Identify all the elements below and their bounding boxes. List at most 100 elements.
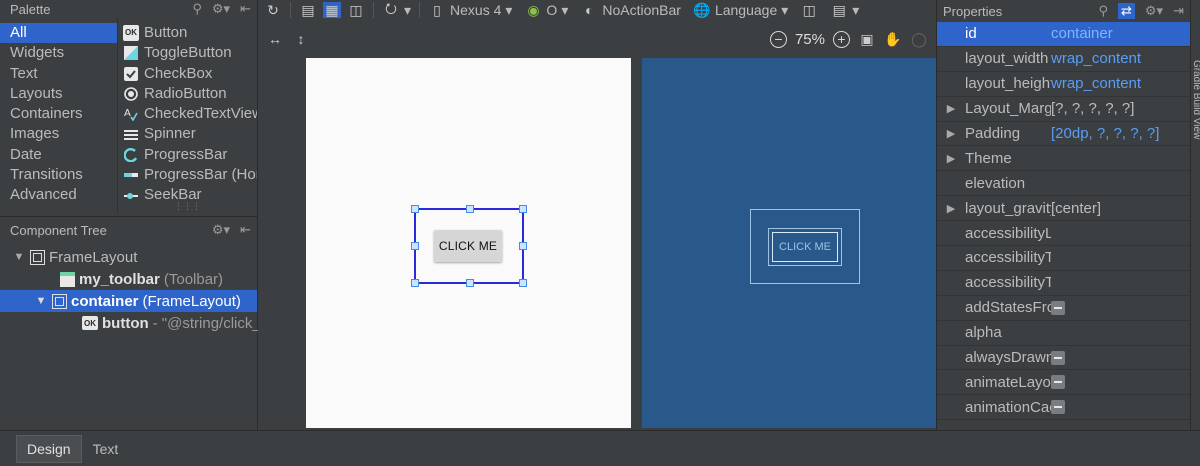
zoom-out-icon[interactable]: − — [769, 30, 787, 48]
hide-panel-icon[interactable]: ⇤ — [240, 222, 251, 238]
property-row-alpha[interactable]: alpha — [937, 321, 1190, 346]
device-selector[interactable]: ▯ Nexus 4 ▾ — [422, 0, 518, 20]
search-icon[interactable]: ⚲ — [1098, 3, 1108, 19]
tree-node-label: container — [71, 292, 139, 310]
expand-arrow-icon[interactable]: ▼ — [34, 295, 48, 307]
property-row-theme[interactable]: ▶ Theme — [937, 146, 1190, 172]
gear-icon[interactable]: ⚙▾ — [212, 222, 230, 238]
property-row-layout-height[interactable]: layout_height wrap_content — [937, 72, 1190, 97]
pan-more-button[interactable]: ▤ ▾ — [824, 0, 865, 20]
palette-category-advanced[interactable]: Advanced — [0, 185, 117, 205]
zoom-in-icon[interactable]: + — [833, 30, 850, 48]
warnings-icon[interactable]: ◯ — [910, 31, 928, 47]
palette-item-button[interactable]: OK Button — [118, 23, 257, 43]
property-row-layout-gravity[interactable]: ▶ layout_gravity [center] — [937, 196, 1190, 222]
layout-variants-button[interactable]: ◫ — [794, 0, 824, 20]
property-row-animate-layout-changes[interactable]: animateLayoutChanges — [937, 370, 1190, 396]
property-row-layout-width[interactable]: layout_width wrap_content — [937, 47, 1190, 72]
property-row-id[interactable]: id container — [937, 22, 1190, 47]
resize-handle[interactable] — [466, 279, 474, 287]
property-name: accessibilityTraversalBefore — [965, 274, 1051, 292]
property-row-accessibility-traversal-before[interactable]: accessibilityTraversalBefore — [937, 271, 1190, 296]
property-value[interactable]: [20dp, ?, ?, ?, ?] — [1051, 125, 1159, 142]
tab-text[interactable]: Text — [82, 435, 130, 463]
property-value[interactable]: [?, ?, ?, ?, ?] — [1051, 100, 1134, 117]
checkbox-indeterminate-icon[interactable] — [1051, 375, 1065, 390]
resize-handle[interactable] — [466, 205, 474, 213]
expand-arrow-icon[interactable]: ▶ — [937, 127, 965, 140]
gradle-build-view-tab[interactable]: Gradle Build View — [1191, 60, 1200, 139]
api-selector[interactable]: ◉ O ▾ — [518, 0, 574, 20]
palette-category-widgets[interactable]: Widgets — [0, 43, 117, 63]
zoom-to-fit-icon[interactable]: ▣ — [858, 31, 876, 47]
checkbox-indeterminate-icon[interactable] — [1051, 400, 1065, 415]
resize-handle[interactable] — [411, 279, 419, 287]
click-me-button[interactable]: CLICK ME — [434, 230, 502, 262]
blueprint-button[interactable]: CLICK ME — [772, 232, 838, 262]
property-value[interactable]: container — [1051, 25, 1113, 42]
gear-icon[interactable]: ⚙▾ — [1145, 3, 1163, 19]
theme-selector[interactable]: ◐ NoActionBar — [574, 0, 687, 20]
tab-design[interactable]: Design — [16, 434, 82, 463]
tree-node-button[interactable]: OK button - "@string/click_me" — [0, 312, 287, 334]
palette-item-progressbar[interactable]: ProgressBar — [118, 145, 257, 165]
palette-item-radiobutton[interactable]: RadioButton — [118, 84, 257, 104]
property-row-padding[interactable]: ▶ Padding [20dp, ?, ?, ?, ?] — [937, 122, 1190, 147]
blueprint-preview[interactable]: CLICK ME — [642, 58, 936, 428]
expand-horizontal-icon[interactable]: ↔ — [266, 31, 284, 47]
palette-item-togglebutton[interactable]: ToggleButton — [118, 43, 257, 63]
property-row-accessibility-traversal-after[interactable]: accessibilityTraversalAfter — [937, 246, 1190, 271]
search-icon[interactable]: ⚲ — [192, 1, 202, 17]
property-row-accessibility-live-region[interactable]: accessibilityLiveRegion — [937, 221, 1190, 247]
language-selector[interactable]: 🌐 Language ▾ — [687, 0, 794, 20]
resize-handle[interactable] — [519, 242, 527, 250]
palette-category-images[interactable]: Images — [0, 124, 117, 144]
orientation-button[interactable]: ⭮ ▾ — [376, 0, 417, 20]
property-row-always-drawn-with-cache[interactable]: alwaysDrawnWithCache — [937, 346, 1190, 371]
expand-arrow-icon[interactable]: ▼ — [12, 251, 26, 263]
hide-panel-icon[interactable]: ⇥ — [1173, 3, 1184, 19]
resize-handle[interactable] — [411, 242, 419, 250]
resize-handle[interactable] — [411, 205, 419, 213]
expand-vertical-icon[interactable]: ↕ — [292, 31, 310, 47]
gear-icon[interactable]: ⚙▾ — [212, 1, 230, 17]
resize-grip-icon[interactable]: ⋮⋮⋮ — [118, 201, 257, 212]
palette-category-transitions[interactable]: Transitions — [0, 165, 117, 185]
palette-category-containers[interactable]: Containers — [0, 104, 117, 124]
palette-item-label: CheckedTextView — [144, 105, 257, 123]
property-row-elevation[interactable]: elevation — [937, 171, 1190, 197]
palette-item-spinner[interactable]: Spinner — [118, 124, 257, 144]
tree-node-container[interactable]: ▼ container (FrameLayout) — [0, 290, 257, 312]
design-surface-icon[interactable]: ▤ — [299, 2, 317, 18]
property-row-layout-margin[interactable]: ▶ Layout_Margin [?, ?, ?, ?, ?] — [937, 97, 1190, 122]
palette-item-checkedtextview[interactable]: A CheckedTextView — [118, 104, 257, 124]
checkbox-indeterminate-icon[interactable] — [1051, 350, 1065, 365]
property-row-add-states-from-children[interactable]: addStatesFromChildren — [937, 296, 1190, 321]
palette-category-layouts[interactable]: Layouts — [0, 84, 117, 104]
expand-arrow-icon[interactable]: ▶ — [937, 152, 965, 165]
tree-node-my-toolbar[interactable]: my_toolbar (Toolbar) — [0, 268, 257, 290]
checkbox-indeterminate-icon[interactable] — [1051, 300, 1065, 315]
design-preview[interactable]: CLICK ME — [306, 58, 631, 428]
palette-item-checkbox[interactable]: CheckBox — [118, 64, 257, 84]
property-value[interactable]: [center] — [1051, 200, 1101, 217]
both-surfaces-icon[interactable]: ◫ — [347, 2, 365, 18]
property-value[interactable]: wrap_content — [1051, 75, 1141, 92]
palette-item-progressbar-horizontal[interactable]: ProgressBar (Horizontal) — [118, 165, 257, 185]
refresh-button[interactable]: ↻ — [258, 0, 288, 20]
resize-handle[interactable] — [519, 205, 527, 213]
toggle-view-icon[interactable]: ⇄ — [1118, 3, 1135, 19]
tree-node-framelayout[interactable]: ▼ FrameLayout — [0, 246, 257, 268]
blueprint-surface-icon[interactable]: ▦ — [323, 2, 341, 18]
property-value[interactable]: wrap_content — [1051, 50, 1141, 67]
pan-hand-icon[interactable]: ✋ — [884, 31, 902, 47]
expand-arrow-icon[interactable]: ▶ — [937, 202, 965, 215]
design-canvas[interactable]: CLICK ME CLICK ME — [258, 58, 936, 430]
palette-category-text[interactable]: Text — [0, 64, 117, 84]
expand-arrow-icon[interactable]: ▶ — [937, 102, 965, 115]
palette-category-all[interactable]: All — [0, 23, 117, 44]
palette-category-date[interactable]: Date — [0, 145, 117, 165]
property-row-animation-cache[interactable]: animationCache — [937, 395, 1190, 421]
resize-handle[interactable] — [519, 279, 527, 287]
hide-panel-icon[interactable]: ⇤ — [240, 1, 251, 17]
